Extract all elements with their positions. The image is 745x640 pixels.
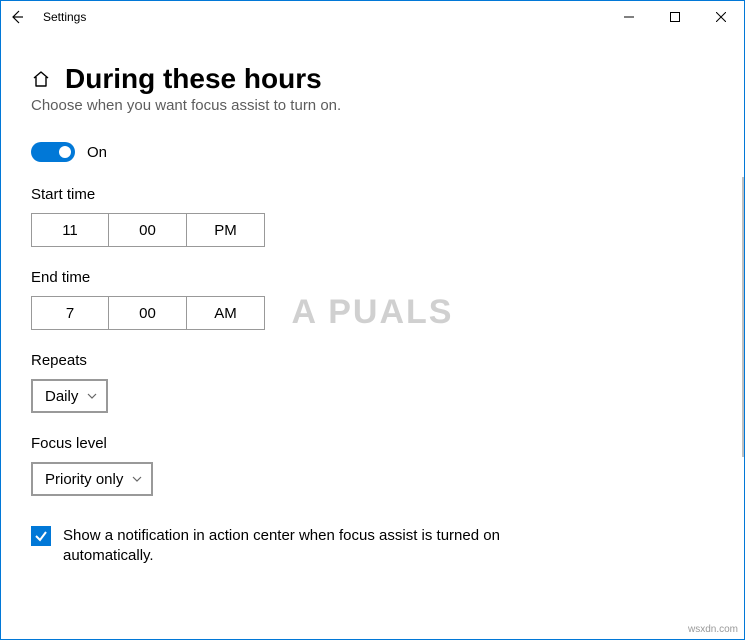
toggle-row: On [31, 142, 714, 162]
start-time-label: Start time [31, 186, 714, 203]
window-title: Settings [43, 10, 86, 24]
focus-level-value: Priority only [45, 471, 123, 488]
start-minute[interactable]: 00 [109, 213, 187, 247]
end-time-group: End time 7 00 AM [31, 269, 714, 330]
chevron-down-icon [131, 473, 143, 485]
repeats-dropdown[interactable]: Daily [31, 379, 108, 413]
minimize-button[interactable] [606, 1, 652, 33]
focus-level-label: Focus level [31, 435, 714, 452]
close-button[interactable] [698, 1, 744, 33]
titlebar: Settings [1, 1, 744, 33]
toggle-state-label: On [87, 144, 107, 161]
page-heading: During these hours [65, 63, 322, 95]
page-subtitle: Choose when you want focus assist to tur… [31, 97, 714, 114]
content-area: During these hours Choose when you want … [1, 33, 744, 639]
source-mark: wsxdn.com [688, 624, 738, 635]
settings-window: Settings During these hours Choose when … [0, 0, 745, 640]
header-row: During these hours [31, 63, 714, 95]
on-off-toggle[interactable] [31, 142, 75, 162]
notification-checkbox-label: Show a notification in action center whe… [63, 526, 591, 567]
back-arrow-icon[interactable] [9, 9, 25, 25]
start-time-group: Start time 11 00 PM [31, 186, 714, 247]
repeats-value: Daily [45, 388, 78, 405]
end-time-label: End time [31, 269, 714, 286]
repeats-label: Repeats [31, 352, 714, 369]
start-ampm[interactable]: PM [187, 213, 265, 247]
chevron-down-icon [86, 390, 98, 402]
end-time-picker[interactable]: 7 00 AM [31, 296, 714, 330]
repeats-group: Repeats Daily [31, 352, 714, 413]
end-ampm[interactable]: AM [187, 296, 265, 330]
home-icon[interactable] [31, 69, 51, 89]
titlebar-left: Settings [9, 9, 86, 25]
notification-checkbox-row: Show a notification in action center whe… [31, 526, 591, 567]
focus-level-dropdown[interactable]: Priority only [31, 462, 153, 496]
end-minute[interactable]: 00 [109, 296, 187, 330]
start-time-picker[interactable]: 11 00 PM [31, 213, 714, 247]
notification-checkbox[interactable] [31, 526, 51, 546]
window-controls [606, 1, 744, 33]
maximize-button[interactable] [652, 1, 698, 33]
focus-level-group: Focus level Priority only [31, 435, 714, 496]
end-hour[interactable]: 7 [31, 296, 109, 330]
start-hour[interactable]: 11 [31, 213, 109, 247]
scrollbar[interactable] [742, 177, 744, 457]
